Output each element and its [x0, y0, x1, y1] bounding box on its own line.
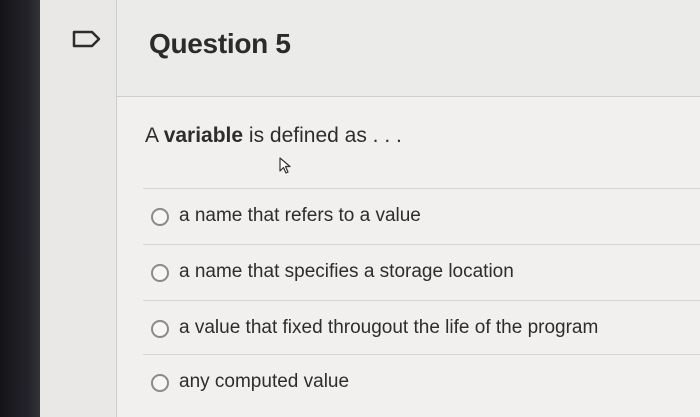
radio-button[interactable] [151, 208, 169, 226]
answer-label[interactable]: any computed value [179, 371, 349, 393]
answer-label[interactable]: a name that specifies a storage location [179, 261, 514, 283]
question-gutter [40, 0, 116, 417]
screen: Question 5 A variable is defined as . . … [0, 0, 700, 417]
question-prompt-prefix: A [145, 124, 164, 147]
radio-button[interactable] [151, 374, 169, 392]
radio-button[interactable] [151, 320, 169, 338]
answer-label[interactable]: a value that fixed througout the life of… [179, 317, 598, 339]
answer-option[interactable]: a name that refers to a value [143, 188, 700, 243]
question-prompt-keyword: variable [163, 124, 244, 147]
question-header: Question 5 [117, 0, 700, 97]
question-prompt: A variable is defined as . . . [145, 124, 402, 148]
answer-option[interactable]: a value that fixed througout the life of… [143, 300, 700, 355]
question-prompt-suffix: is defined as . . . [243, 124, 402, 147]
screen-bezel [0, 0, 40, 417]
radio-button[interactable] [151, 264, 169, 282]
answer-option[interactable]: a name that specifies a storage location [143, 244, 700, 299]
answer-option[interactable]: any computed value [143, 354, 700, 409]
answer-label[interactable]: a name that refers to a value [179, 205, 421, 227]
question-title: Question 5 [149, 28, 291, 59]
question-card: Question 5 A variable is defined as . . … [116, 0, 700, 417]
mouse-cursor-icon [279, 157, 291, 174]
flag-icon[interactable] [72, 30, 102, 48]
